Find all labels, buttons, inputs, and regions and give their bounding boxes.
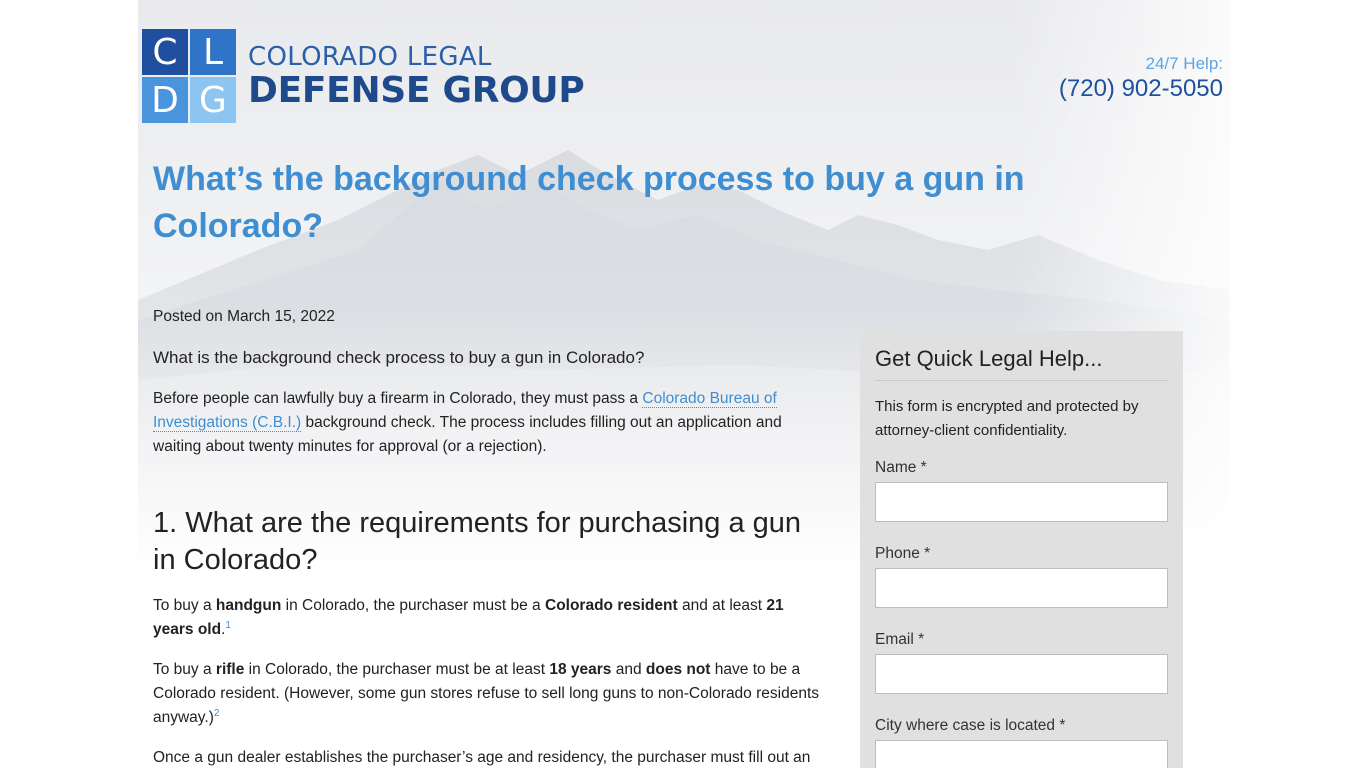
intro-paragraph: Before people can lawfully buy a firearm… — [153, 387, 825, 459]
posted-date: Posted on March 15, 2022 — [153, 308, 335, 325]
email-field[interactable] — [875, 654, 1168, 694]
bold-text: handgun — [215, 597, 282, 614]
text: and at least — [677, 597, 767, 614]
name-label: Name * — [875, 459, 927, 476]
text: Before people can lawfully buy a firearm… — [153, 390, 643, 407]
logo-grid: C L D G — [142, 29, 236, 123]
text: To buy a — [153, 597, 216, 614]
text: in Colorado, the purchaser must be at le… — [244, 661, 550, 678]
help-label: 24/7 Help: — [1145, 54, 1224, 73]
name-field[interactable] — [875, 482, 1168, 522]
logo-letter: D — [142, 77, 188, 123]
logo-line2: DEFENSE GROUP — [248, 70, 585, 111]
rifle-paragraph: To buy a rifle in Colorado, the purchase… — [153, 658, 825, 730]
text: and — [611, 661, 646, 678]
lead-paragraph: What is the background check process to … — [153, 348, 645, 367]
city-label: City where case is located * — [875, 717, 1066, 734]
dealer-paragraph: Once a gun dealer establishes the purcha… — [153, 749, 811, 766]
section-heading: 1. What are the requirements for purchas… — [153, 507, 802, 576]
form-description: This form is encrypted and protected by … — [875, 398, 1139, 439]
help-contact: 24/7 Help: (720) 902-5050 — [1059, 54, 1223, 104]
logo-text: COLORADO LEGAL DEFENSE GROUP — [248, 42, 585, 111]
form-title: Get Quick Legal Help... — [875, 345, 1168, 381]
footnote-link[interactable]: 1 — [225, 620, 231, 631]
bold-text: 18 years — [549, 661, 612, 678]
phone-field[interactable] — [875, 568, 1168, 608]
text: To buy a — [153, 661, 216, 678]
text: in Colorado, the purchaser must be a — [281, 597, 545, 614]
phone-label: Phone * — [875, 545, 931, 562]
bold-text: rifle — [215, 661, 245, 678]
logo-line1: COLORADO LEGAL — [248, 42, 492, 72]
bold-text: does not — [645, 661, 711, 678]
article-body: Posted on March 15, 2022 What is the bac… — [153, 305, 825, 768]
bold-text: Colorado resident — [545, 597, 678, 614]
quick-help-form: Get Quick Legal Help... This form is enc… — [860, 331, 1183, 768]
logo-letter: C — [142, 29, 188, 75]
site-logo[interactable]: C L D G COLORADO LEGAL DEFENSE GROUP — [142, 29, 585, 123]
logo-letter: G — [190, 77, 236, 123]
handgun-paragraph: To buy a handgun in Colorado, the purcha… — [153, 594, 825, 642]
page-title: What’s the background check process to b… — [153, 160, 1025, 245]
city-field[interactable] — [875, 740, 1168, 768]
page: C L D G COLORADO LEGAL DEFENSE GROUP 24/… — [138, 0, 1230, 768]
email-label: Email * — [875, 631, 925, 648]
phone-link[interactable]: (720) 902-5050 — [1059, 74, 1223, 104]
footnote-link[interactable]: 2 — [214, 708, 220, 719]
logo-letter: L — [190, 29, 236, 75]
